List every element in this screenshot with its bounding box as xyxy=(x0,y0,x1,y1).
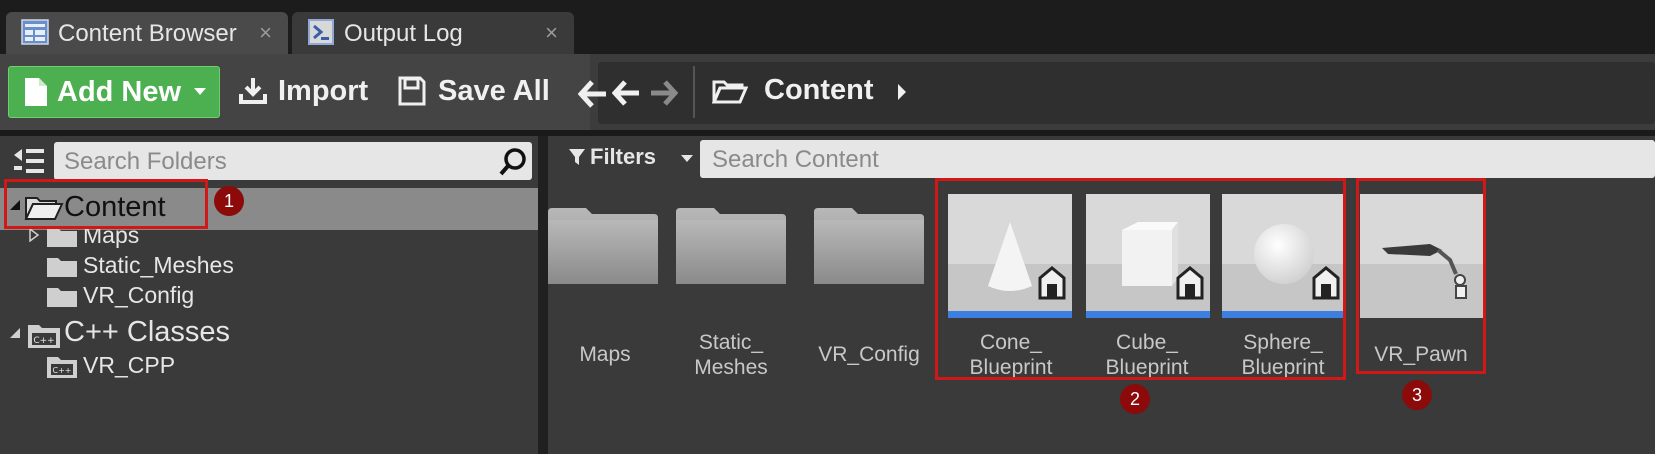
import-icon xyxy=(239,78,267,104)
annotation-box-3 xyxy=(1356,178,1486,374)
navigation-bar xyxy=(578,62,1655,124)
asset-tile-vr-config[interactable]: VR_Config xyxy=(804,196,934,396)
chevron-down-icon xyxy=(194,88,206,95)
asset-label: Maps xyxy=(579,343,631,366)
close-icon[interactable]: × xyxy=(259,20,272,46)
tab-bar: Content Browser × Output Log × xyxy=(0,0,1655,58)
folder-panel: Content Maps Static_Meshes VR_Config C++ xyxy=(0,136,538,454)
annotation-badge-1: 1 xyxy=(214,186,244,216)
folder-icon xyxy=(47,228,77,247)
breadcrumb[interactable]: Content xyxy=(764,74,874,107)
annotation-box-1 xyxy=(4,179,208,229)
back-arrow-icon[interactable] xyxy=(612,80,640,106)
tab-label: Content Browser xyxy=(58,20,237,47)
svg-text:C++: C++ xyxy=(33,336,54,346)
asset-label: VR_Config xyxy=(818,343,920,366)
annotation-badge-2: 2 xyxy=(1120,384,1150,414)
new-file-icon xyxy=(25,78,47,106)
asset-tile-maps[interactable]: Maps xyxy=(540,196,670,396)
tab-content-browser[interactable]: Content Browser × xyxy=(6,12,288,58)
folder-icon xyxy=(47,258,77,277)
save-all-label: Save All xyxy=(438,75,550,107)
asset-label: Static_ Meshes xyxy=(694,331,768,379)
forward-arrow-icon[interactable] xyxy=(650,80,678,106)
output-log-icon xyxy=(308,19,334,45)
chevron-right-icon[interactable] xyxy=(896,82,908,102)
collapse-panel-icon[interactable] xyxy=(12,146,46,176)
back-arrow-icon[interactable] xyxy=(578,80,608,108)
asset-tile-static-meshes[interactable]: Static_ Meshes xyxy=(666,196,796,396)
toolbar-actions: Add New Import Save All xyxy=(0,54,590,130)
tree-item-label: C++ Classes xyxy=(64,316,231,348)
add-new-button[interactable]: Add New xyxy=(8,66,220,118)
folder-icon xyxy=(814,208,924,284)
content-search-input[interactable] xyxy=(710,140,1614,180)
tab-label: Output Log xyxy=(344,20,463,47)
tree-item-label: VR_Config xyxy=(83,282,195,308)
annotation-box-2 xyxy=(935,178,1346,380)
filters-label: Filters xyxy=(590,144,657,169)
tree-item-label: VR_CPP xyxy=(83,352,176,378)
tree-item-label: Static_Meshes xyxy=(83,252,234,278)
folder-search-input[interactable] xyxy=(62,142,486,182)
cpp-folder-icon: C++ xyxy=(47,357,77,378)
annotation-badge-3: 3 xyxy=(1402,380,1432,410)
import-button[interactable]: Import xyxy=(238,66,378,118)
add-new-label: Add New xyxy=(57,76,182,108)
toolbar: Add New Import Save All Content xyxy=(0,54,1655,130)
content-search-field[interactable] xyxy=(700,140,1655,180)
svg-text:C++: C++ xyxy=(53,366,72,375)
close-icon[interactable]: × xyxy=(545,20,558,46)
folder-open-icon xyxy=(712,80,748,104)
expanded-arrow-icon[interactable] xyxy=(8,326,22,340)
folder-icon xyxy=(47,288,77,307)
chevron-down-icon xyxy=(681,155,693,162)
save-all-button[interactable]: Save All xyxy=(398,66,568,118)
search-icon[interactable] xyxy=(498,147,528,177)
folder-icon xyxy=(548,208,658,284)
folder-icon xyxy=(676,208,786,284)
separator xyxy=(693,66,695,118)
tab-output-log[interactable]: Output Log × xyxy=(292,12,574,58)
save-icon xyxy=(398,76,426,106)
content-browser-icon xyxy=(21,19,49,45)
content-panel: Filters Maps Static_Meshes VR_Config xyxy=(548,136,1655,454)
import-label: Import xyxy=(278,75,369,107)
filter-icon xyxy=(569,149,585,165)
collapsed-arrow-icon[interactable] xyxy=(28,228,40,242)
cpp-folder-icon: C++ xyxy=(28,325,60,348)
folder-search-field[interactable] xyxy=(54,142,532,182)
